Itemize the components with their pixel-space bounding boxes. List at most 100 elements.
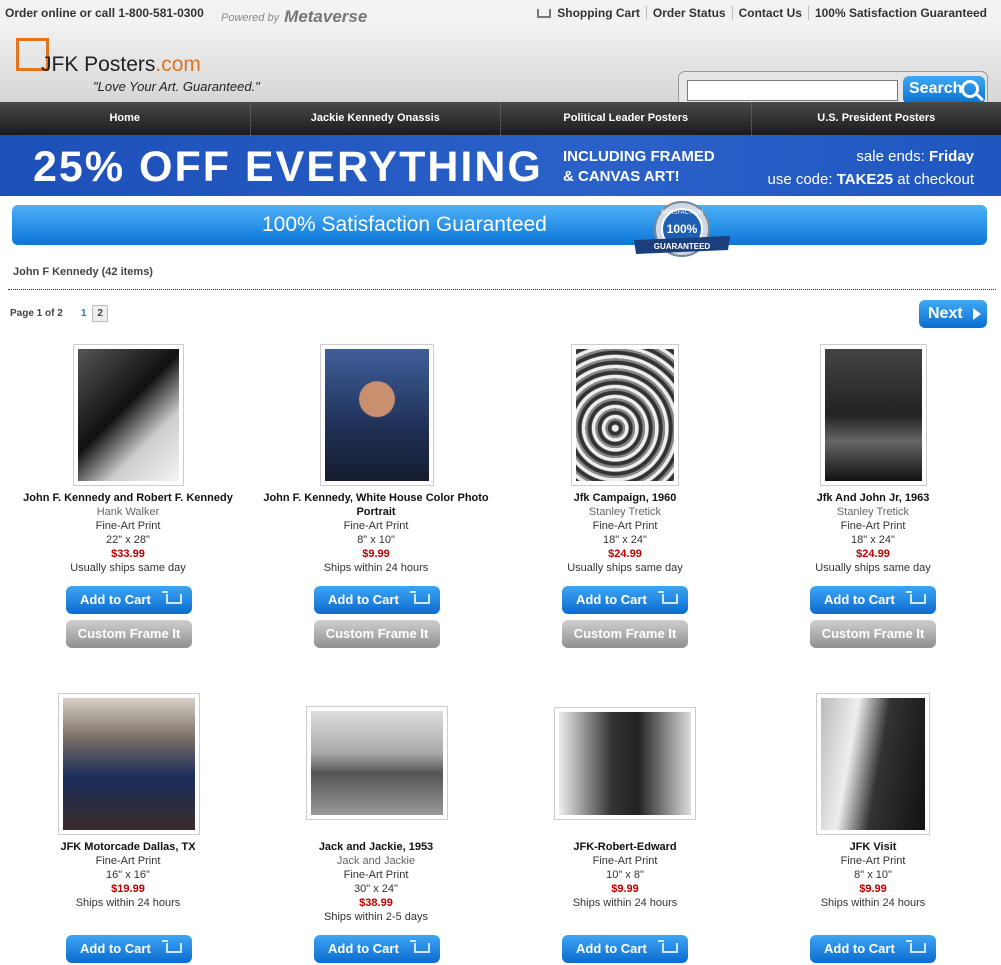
product-image[interactable] <box>73 344 184 486</box>
product-name[interactable]: JFK Visit <box>749 840 997 854</box>
custom-frame-button[interactable]: Custom Frame It <box>562 620 688 648</box>
add-to-cart-button[interactable]: Add to Cart <box>66 586 192 614</box>
product-card: Jfk Campaign, 1960 Stanley Tretick Fine-… <box>501 491 749 575</box>
product-type: Fine-Art Print <box>343 520 409 532</box>
product-card: JFK Visit Fine-Art Print 8" x 10" $9.99 … <box>749 840 997 910</box>
product-artist: Stanley Tretick <box>588 506 662 518</box>
svg-text:SATISFACTION: SATISFACTION <box>661 210 704 216</box>
product-card: JFK-Robert-Edward Fine-Art Print 10" x 8… <box>501 840 749 910</box>
product-image[interactable] <box>571 344 679 486</box>
satisfaction-banner[interactable]: 100% Satisfaction Guaranteed <box>12 205 987 245</box>
add-to-cart-button[interactable]: Add to Cart <box>314 935 440 963</box>
search-button[interactable]: Search <box>903 76 985 104</box>
product-shipping: Ships within 24 hours <box>75 897 181 909</box>
order-phone: Order online or call 1-800-581-0300 <box>5 6 204 20</box>
custom-frame-button[interactable]: Custom Frame It <box>810 620 936 648</box>
top-bar: Order online or call 1-800-581-0300 Powe… <box>0 0 1001 26</box>
product-price: $24.99 <box>608 548 642 560</box>
product-image[interactable] <box>320 344 434 486</box>
product-card: Jfk And John Jr, 1963 Stanley Tretick Fi… <box>749 491 997 575</box>
nav-political-leaders[interactable]: Political Leader Posters <box>500 102 751 135</box>
product-artist: Hank Walker <box>96 506 160 518</box>
product-price: $19.99 <box>111 883 145 895</box>
site-logo[interactable]: JFK Posters.com <box>41 53 201 77</box>
product-card: John F. Kennedy, White House Color Photo… <box>252 491 500 575</box>
custom-frame-button[interactable]: Custom Frame It <box>66 620 192 648</box>
product-name[interactable]: John F. Kennedy, White House Color Photo… <box>252 491 500 519</box>
product-size: 10" x 8" <box>606 869 644 881</box>
product-name[interactable]: Jack and Jackie, 1953 <box>252 840 500 854</box>
cart-icon <box>410 591 430 604</box>
nav-us-presidents[interactable]: U.S. President Posters <box>750 102 1001 135</box>
product-price: $24.99 <box>856 548 890 560</box>
product-image[interactable] <box>820 344 927 486</box>
product-name[interactable]: Jfk And John Jr, 1963 <box>749 491 997 505</box>
add-to-cart-button[interactable]: Add to Cart <box>562 935 688 963</box>
product-shipping: Ships within 24 hours <box>323 562 429 574</box>
cart-icon <box>658 591 678 604</box>
product-type: Fine-Art Print <box>592 520 658 532</box>
product-price: $9.99 <box>362 548 390 560</box>
product-image[interactable] <box>306 706 448 820</box>
add-to-cart-button[interactable]: Add to Cart <box>314 586 440 614</box>
product-size: 8" x 10" <box>357 534 395 546</box>
cart-icon <box>162 940 182 953</box>
site-header: JFK Posters.com "Love Your Art. Guarante… <box>0 26 1001 107</box>
next-page-button[interactable]: Next <box>919 300 987 328</box>
product-price: $9.99 <box>611 883 639 895</box>
cart-icon <box>906 591 926 604</box>
cart-icon <box>658 940 678 953</box>
pagination: Page 1 of 2 1 2 <box>10 305 108 322</box>
divider <box>8 289 996 290</box>
add-to-cart-button[interactable]: Add to Cart <box>66 935 192 963</box>
product-name[interactable]: Jfk Campaign, 1960 <box>501 491 749 505</box>
product-artist: Stanley Tretick <box>836 506 910 518</box>
category-title: John F Kennedy (42 items) <box>13 266 153 278</box>
product-name[interactable]: JFK Motorcade Dallas, TX <box>4 840 252 854</box>
page-2-link[interactable]: 2 <box>92 305 108 322</box>
product-image[interactable] <box>554 707 696 820</box>
metaverse-logo: Metaverse <box>284 7 368 26</box>
page-1-link[interactable]: 1 <box>81 308 87 319</box>
product-size: 8" x 10" <box>854 869 892 881</box>
sale-banner[interactable]: 25% OFF EVERYTHING INCLUDING FRAMED & CAN… <box>0 135 1001 196</box>
shopping-cart-link[interactable]: Shopping Cart <box>531 6 646 20</box>
cart-icon <box>537 9 552 19</box>
product-size: 18" x 24" <box>851 534 895 546</box>
product-image[interactable] <box>58 693 200 835</box>
sale-headline: 25% OFF EVERYTHING <box>33 143 543 191</box>
product-image[interactable] <box>816 693 930 835</box>
add-to-cart-button[interactable]: Add to Cart <box>562 586 688 614</box>
product-shipping: Usually ships same day <box>567 562 683 574</box>
product-card: John F. Kennedy and Robert F. Kennedy Ha… <box>4 491 252 575</box>
product-name[interactable]: JFK-Robert-Edward <box>501 840 749 854</box>
product-shipping: Ships within 24 hours <box>572 897 678 909</box>
contact-us-link[interactable]: Contact Us <box>731 6 808 20</box>
product-shipping: Ships within 24 hours <box>820 897 926 909</box>
satisfaction-link[interactable]: 100% Satisfaction Guaranteed <box>807 6 993 20</box>
sale-terms: sale ends: Friday use code: TAKE25 at ch… <box>767 148 974 188</box>
product-price: $38.99 <box>359 897 393 909</box>
custom-frame-button[interactable]: Custom Frame It <box>314 620 440 648</box>
product-price: $9.99 <box>859 883 887 895</box>
add-to-cart-button[interactable]: Add to Cart <box>810 935 936 963</box>
product-price: $33.99 <box>111 548 145 560</box>
nav-jackie-kennedy[interactable]: Jackie Kennedy Onassis <box>249 102 501 135</box>
product-shipping: Usually ships same day <box>70 562 186 574</box>
cart-icon <box>410 940 430 953</box>
svg-text:GUARANTEED: GUARANTEED <box>654 242 711 251</box>
powered-by: Powered by Metaverse <box>221 7 368 26</box>
product-shipping: Usually ships same day <box>815 562 931 574</box>
satisfaction-seal-icon: SATISFACTION 100% GUARANTEED <box>634 201 730 257</box>
sale-subtext: INCLUDING FRAMED & CANVAS ART! <box>563 148 715 185</box>
main-nav: Home Jackie Kennedy Onassis Political Le… <box>0 102 1001 135</box>
top-links: Shopping Cart Order Status Contact Us 10… <box>531 6 993 20</box>
order-status-link[interactable]: Order Status <box>645 6 732 20</box>
cart-icon <box>906 940 926 953</box>
add-to-cart-button[interactable]: Add to Cart <box>810 586 936 614</box>
search-input[interactable] <box>687 80 898 101</box>
product-shipping: Ships within 2-5 days <box>324 911 428 923</box>
nav-home[interactable]: Home <box>0 102 250 135</box>
product-name[interactable]: John F. Kennedy and Robert F. Kennedy <box>4 491 252 505</box>
product-card: Jack and Jackie, 1953 Jack and Jackie Fi… <box>252 840 500 924</box>
